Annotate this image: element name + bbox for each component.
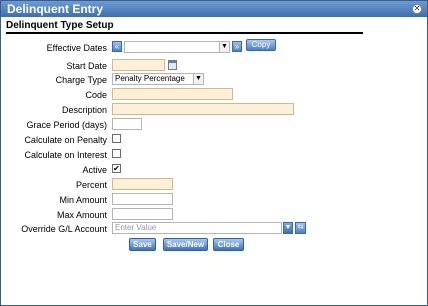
start-date-label: Start Date — [66, 61, 107, 71]
chevron-down-icon[interactable]: ▼ — [283, 222, 293, 234]
override-gl-row: Override G/L Account Enter Value ▼ ⇆ — [1, 222, 428, 236]
override-gl-input[interactable]: Enter Value — [112, 222, 282, 234]
save-new-button[interactable]: Save/New — [163, 238, 208, 251]
calculate-on-penalty-label: Calculate on Penalty — [24, 135, 107, 145]
charge-type-value: Penalty Percentage — [115, 74, 185, 83]
code-input[interactable] — [112, 88, 233, 100]
override-gl-label: Override G/L Account — [21, 224, 107, 234]
prev-date-button[interactable]: « — [112, 41, 122, 52]
max-amount-row: Max Amount — [1, 208, 428, 222]
grace-period-input[interactable] — [112, 118, 142, 130]
max-amount-label: Max Amount — [56, 210, 107, 220]
next-date-button[interactable]: » — [232, 41, 242, 52]
dialog-window: Delinquent Entry ✕ Delinquent Type Setup… — [0, 0, 428, 306]
calculate-on-interest-checkbox[interactable] — [112, 149, 121, 158]
description-label: Description — [61, 105, 107, 115]
description-row: Description — [1, 103, 428, 117]
effective-dates-select[interactable]: ▼ — [124, 41, 230, 53]
active-row: Active ✔ — [1, 163, 428, 177]
calculate-on-penalty-checkbox[interactable] — [112, 134, 121, 143]
code-label: Code — [85, 90, 107, 100]
code-row: Code — [1, 88, 428, 102]
percent-label: Percent — [75, 180, 107, 190]
grace-period-row: Grace Period (days) — [1, 118, 428, 132]
title-bar: Delinquent Entry ✕ — [1, 1, 427, 17]
calculate-on-interest-label: Calculate on Interest — [24, 150, 107, 160]
min-amount-row: Min Amount — [1, 193, 428, 207]
min-amount-input[interactable] — [112, 193, 173, 205]
section-divider — [6, 32, 363, 34]
lookup-icon[interactable]: ⇆ — [295, 222, 306, 234]
calendar-icon[interactable] — [168, 60, 177, 70]
calculate-on-penalty-row: Calculate on Penalty — [1, 133, 428, 147]
grace-period-label: Grace Period (days) — [26, 120, 107, 130]
chevron-down-icon: ▼ — [193, 74, 203, 84]
min-amount-label: Min Amount — [59, 195, 107, 205]
save-button[interactable]: Save — [129, 238, 156, 251]
copy-button[interactable]: Copy — [246, 39, 276, 51]
effective-dates-label: Effective Dates — [46, 43, 107, 53]
effective-dates-row: Effective Dates « ▼ » — [1, 41, 428, 55]
section-title: Delinquent Type Setup — [6, 20, 114, 31]
chevron-down-icon: ▼ — [219, 42, 229, 52]
charge-type-label: Charge Type — [55, 75, 107, 85]
max-amount-input[interactable] — [112, 208, 173, 220]
start-date-row: Start Date — [1, 59, 428, 73]
percent-input[interactable] — [112, 178, 173, 190]
window-title: Delinquent Entry — [7, 2, 104, 16]
percent-row: Percent — [1, 178, 428, 192]
calculate-on-interest-row: Calculate on Interest — [1, 148, 428, 162]
start-date-input[interactable] — [112, 59, 165, 71]
active-label: Active — [82, 165, 107, 175]
charge-type-select[interactable]: Penalty Percentage ▼ — [112, 73, 204, 85]
active-checkbox[interactable]: ✔ — [112, 164, 121, 173]
close-button[interactable]: Close — [213, 238, 244, 251]
charge-type-row: Charge Type Penalty Percentage ▼ — [1, 73, 428, 87]
close-icon[interactable]: ✕ — [412, 4, 422, 14]
description-input[interactable] — [112, 103, 294, 115]
